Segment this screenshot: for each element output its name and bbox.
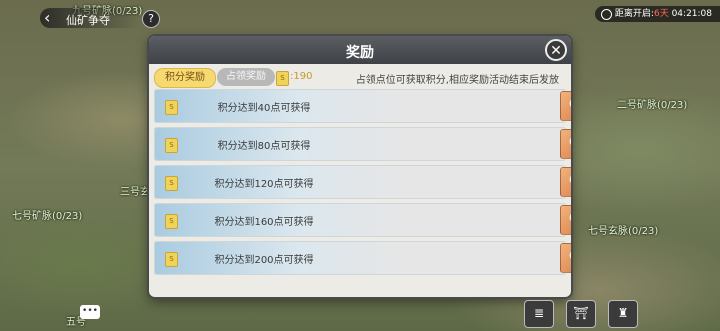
peach-icon[interactable]: ●4 xyxy=(560,129,571,159)
reward-row: S 积分达到200点可获得 ●4 ◆30 ⚒4 ❁200 xyxy=(154,241,571,275)
reward-dialog: 奖励 ✕ 积分奖励 占领奖励 S :190 占领点位可获取积分,相应奖励活动结束… xyxy=(149,36,571,297)
ranking-icon[interactable]: ♜ xyxy=(608,300,638,328)
peach-icon[interactable]: ●4 xyxy=(560,243,571,273)
points-icon: S xyxy=(276,71,289,86)
reward-row: S 积分达到80点可获得 ●4 ◆15 ⚒1 ❁120 xyxy=(154,127,571,161)
points-icon: S xyxy=(165,138,178,153)
dialog-title: 奖励 xyxy=(346,45,374,61)
points-icon: S xyxy=(165,176,178,191)
peach-icon[interactable]: ●4 xyxy=(560,91,571,121)
dialog-header: 奖励 ✕ xyxy=(149,36,571,64)
map-label[interactable]: 七号矿脉(0/23) xyxy=(12,207,82,222)
page-title: 仙矿争夺 xyxy=(66,14,110,27)
reward-icon[interactable]: ⛩ xyxy=(566,300,596,328)
points-icon: S xyxy=(165,214,178,229)
reward-condition: 积分达到120点可获得 xyxy=(214,179,314,190)
clock-icon xyxy=(600,9,612,20)
tab-points-reward[interactable]: 积分奖励 xyxy=(154,68,216,88)
peach-icon[interactable]: ●4 xyxy=(560,167,571,197)
reward-row: S 积分达到40点可获得 ●4 ◆16 ⚒3 ❁100 xyxy=(154,89,571,123)
points-icon: S xyxy=(165,252,178,267)
timer-days: 6天 xyxy=(653,9,669,19)
reward-list: S 积分达到40点可获得 ●4 ◆16 ⚒3 ❁100 S 积分达到80点可获得… xyxy=(154,89,571,279)
reward-condition: 积分达到40点可获得 xyxy=(217,103,311,114)
map-label[interactable]: 七号玄脉(0/23) xyxy=(588,222,658,237)
record-icon[interactable]: ≣ xyxy=(524,300,554,328)
points-icon: S xyxy=(165,100,178,115)
reward-condition: 积分达到80点可获得 xyxy=(217,141,311,152)
countdown-timer: 距离开启:6天 04:21:08 xyxy=(594,6,720,22)
back-icon[interactable]: ‹ xyxy=(44,9,60,27)
help-icon[interactable]: ? xyxy=(142,10,160,28)
tab-row: 积分奖励 占领奖励 S :190 占领点位可获取积分,相应奖励活动结束后发放 xyxy=(149,66,571,88)
peach-icon[interactable]: ●4 xyxy=(560,205,571,235)
reward-row: S 积分达到160点可获得 ●4 ◆25 ⚒3 ❁180 xyxy=(154,203,571,237)
tab-occupy-reward[interactable]: 占领奖励 xyxy=(217,68,275,86)
map-label[interactable]: 三号玄 xyxy=(120,183,150,198)
points-value: :190 xyxy=(290,71,313,82)
reward-row: S 积分达到120点可获得 ●4 ◆20 ⚒2 ❁150 xyxy=(154,165,571,199)
reward-tip: 占领点位可获取积分,相应奖励活动结束后发放 xyxy=(355,75,559,86)
timer-time: 04:21:08 xyxy=(671,9,712,19)
reward-condition: 积分达到200点可获得 xyxy=(214,255,314,266)
reward-condition: 积分达到160点可获得 xyxy=(214,217,314,228)
map-label[interactable]: 二号矿脉(0/23) xyxy=(617,96,687,111)
chat-icon[interactable]: ••• xyxy=(80,305,100,319)
timer-prefix: 距离开启: xyxy=(614,9,654,19)
close-icon[interactable]: ✕ xyxy=(545,39,567,61)
